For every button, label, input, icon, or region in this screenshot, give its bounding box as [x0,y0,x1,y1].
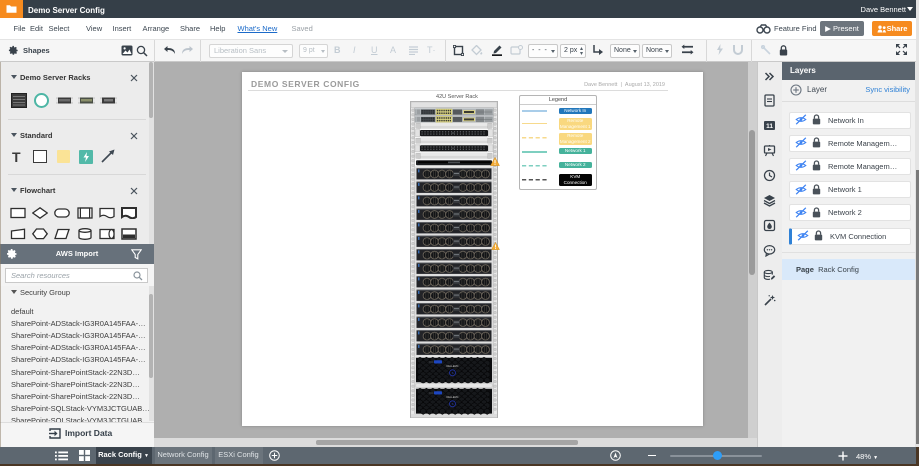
svg-text:11: 11 [766,123,773,130]
svg-text:S: S [452,402,454,406]
svg-text:S: S [452,371,454,375]
svg-text:DELLEMC: DELLEMC [446,364,458,368]
svg-text:DELLEMC: DELLEMC [446,395,458,399]
